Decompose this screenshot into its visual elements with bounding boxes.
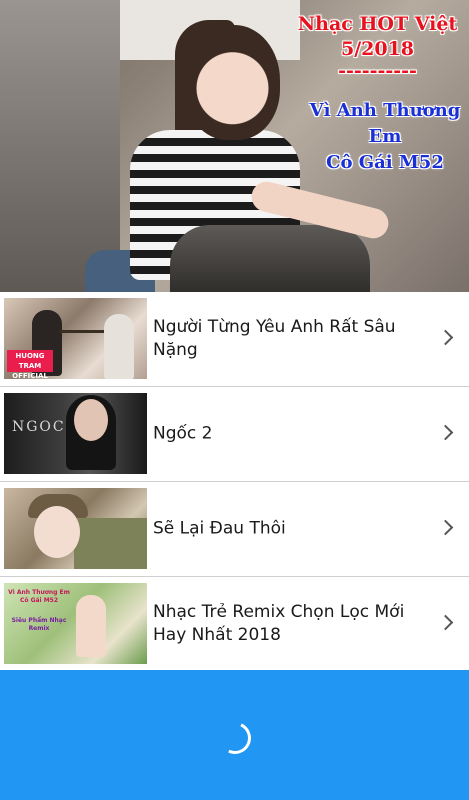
thumbnail-channel-tag: HUONG TRAM OFFICIAL [7, 350, 53, 379]
banner-subtitle-line2: Cô Gái M52 [326, 152, 444, 173]
chevron-right-icon [437, 519, 454, 536]
video-thumbnail [4, 488, 147, 569]
thumbnail-face [74, 399, 108, 441]
header-banner: Nhạc HOT Việt 5/2018 ---------- Vì Anh T… [0, 0, 469, 292]
video-thumbnail: HUONG TRAM OFFICIAL [4, 298, 147, 379]
banner-subtitle-line1: Vì Anh Thương Em [309, 100, 461, 147]
loading-panel [0, 670, 469, 800]
list-item-title: Ngốc 2 [153, 423, 213, 444]
list-item-title: Sẽ Lại Đau Thôi [153, 518, 286, 539]
banner-girl-face [185, 25, 280, 140]
video-thumbnail: Vì Anh Thương Em Cô Gái M52 Siêu Phẩm Nh… [4, 583, 147, 664]
banner-subtitle: Vì Anh Thương Em Cô Gái M52 [295, 98, 469, 176]
chevron-right-icon [437, 329, 454, 346]
banner-title: Nhạc HOT Việt 5/2018 ---------- [290, 12, 465, 82]
list-item-title: Người Từng Yêu Anh Rất Sâu Nặng [153, 317, 396, 360]
banner-background-wall [0, 0, 120, 292]
banner-title-line2: 5/2018 [340, 38, 415, 60]
thumbnail-caption: Vì Anh Thương Em Cô Gái M52 [8, 589, 70, 604]
chevron-right-icon [437, 614, 454, 631]
list-item[interactable]: HUONG TRAM OFFICIAL Người Từng Yêu Anh R… [0, 292, 469, 387]
list-item-title: Nhạc Trẻ Remix Chọn Lọc Mới Hay Nhất 201… [153, 602, 405, 645]
thumbnail-caption: Siêu Phẩm Nhạc Remix [11, 617, 67, 632]
banner-title-line1: Nhạc HOT Việt [297, 13, 458, 35]
song-list: HUONG TRAM OFFICIAL Người Từng Yêu Anh R… [0, 292, 469, 672]
thumbnail-violin-bow [59, 330, 107, 333]
list-item[interactable]: Sẽ Lại Đau Thôi [0, 482, 469, 577]
list-item[interactable]: NGOC 2 Ngốc 2 [0, 387, 469, 482]
thumbnail-figure [104, 314, 134, 379]
video-thumbnail: NGOC 2 [4, 393, 147, 474]
banner-separator: ---------- [338, 60, 417, 82]
banner-scooter [170, 225, 370, 292]
list-item[interactable]: Vì Anh Thương Em Cô Gái M52 Siêu Phẩm Nh… [0, 577, 469, 672]
thumbnail-figure [76, 595, 106, 657]
thumbnail-face [34, 506, 80, 558]
thumbnail-coat [74, 518, 147, 569]
spinner-icon [214, 717, 256, 759]
chevron-right-icon [437, 424, 454, 441]
